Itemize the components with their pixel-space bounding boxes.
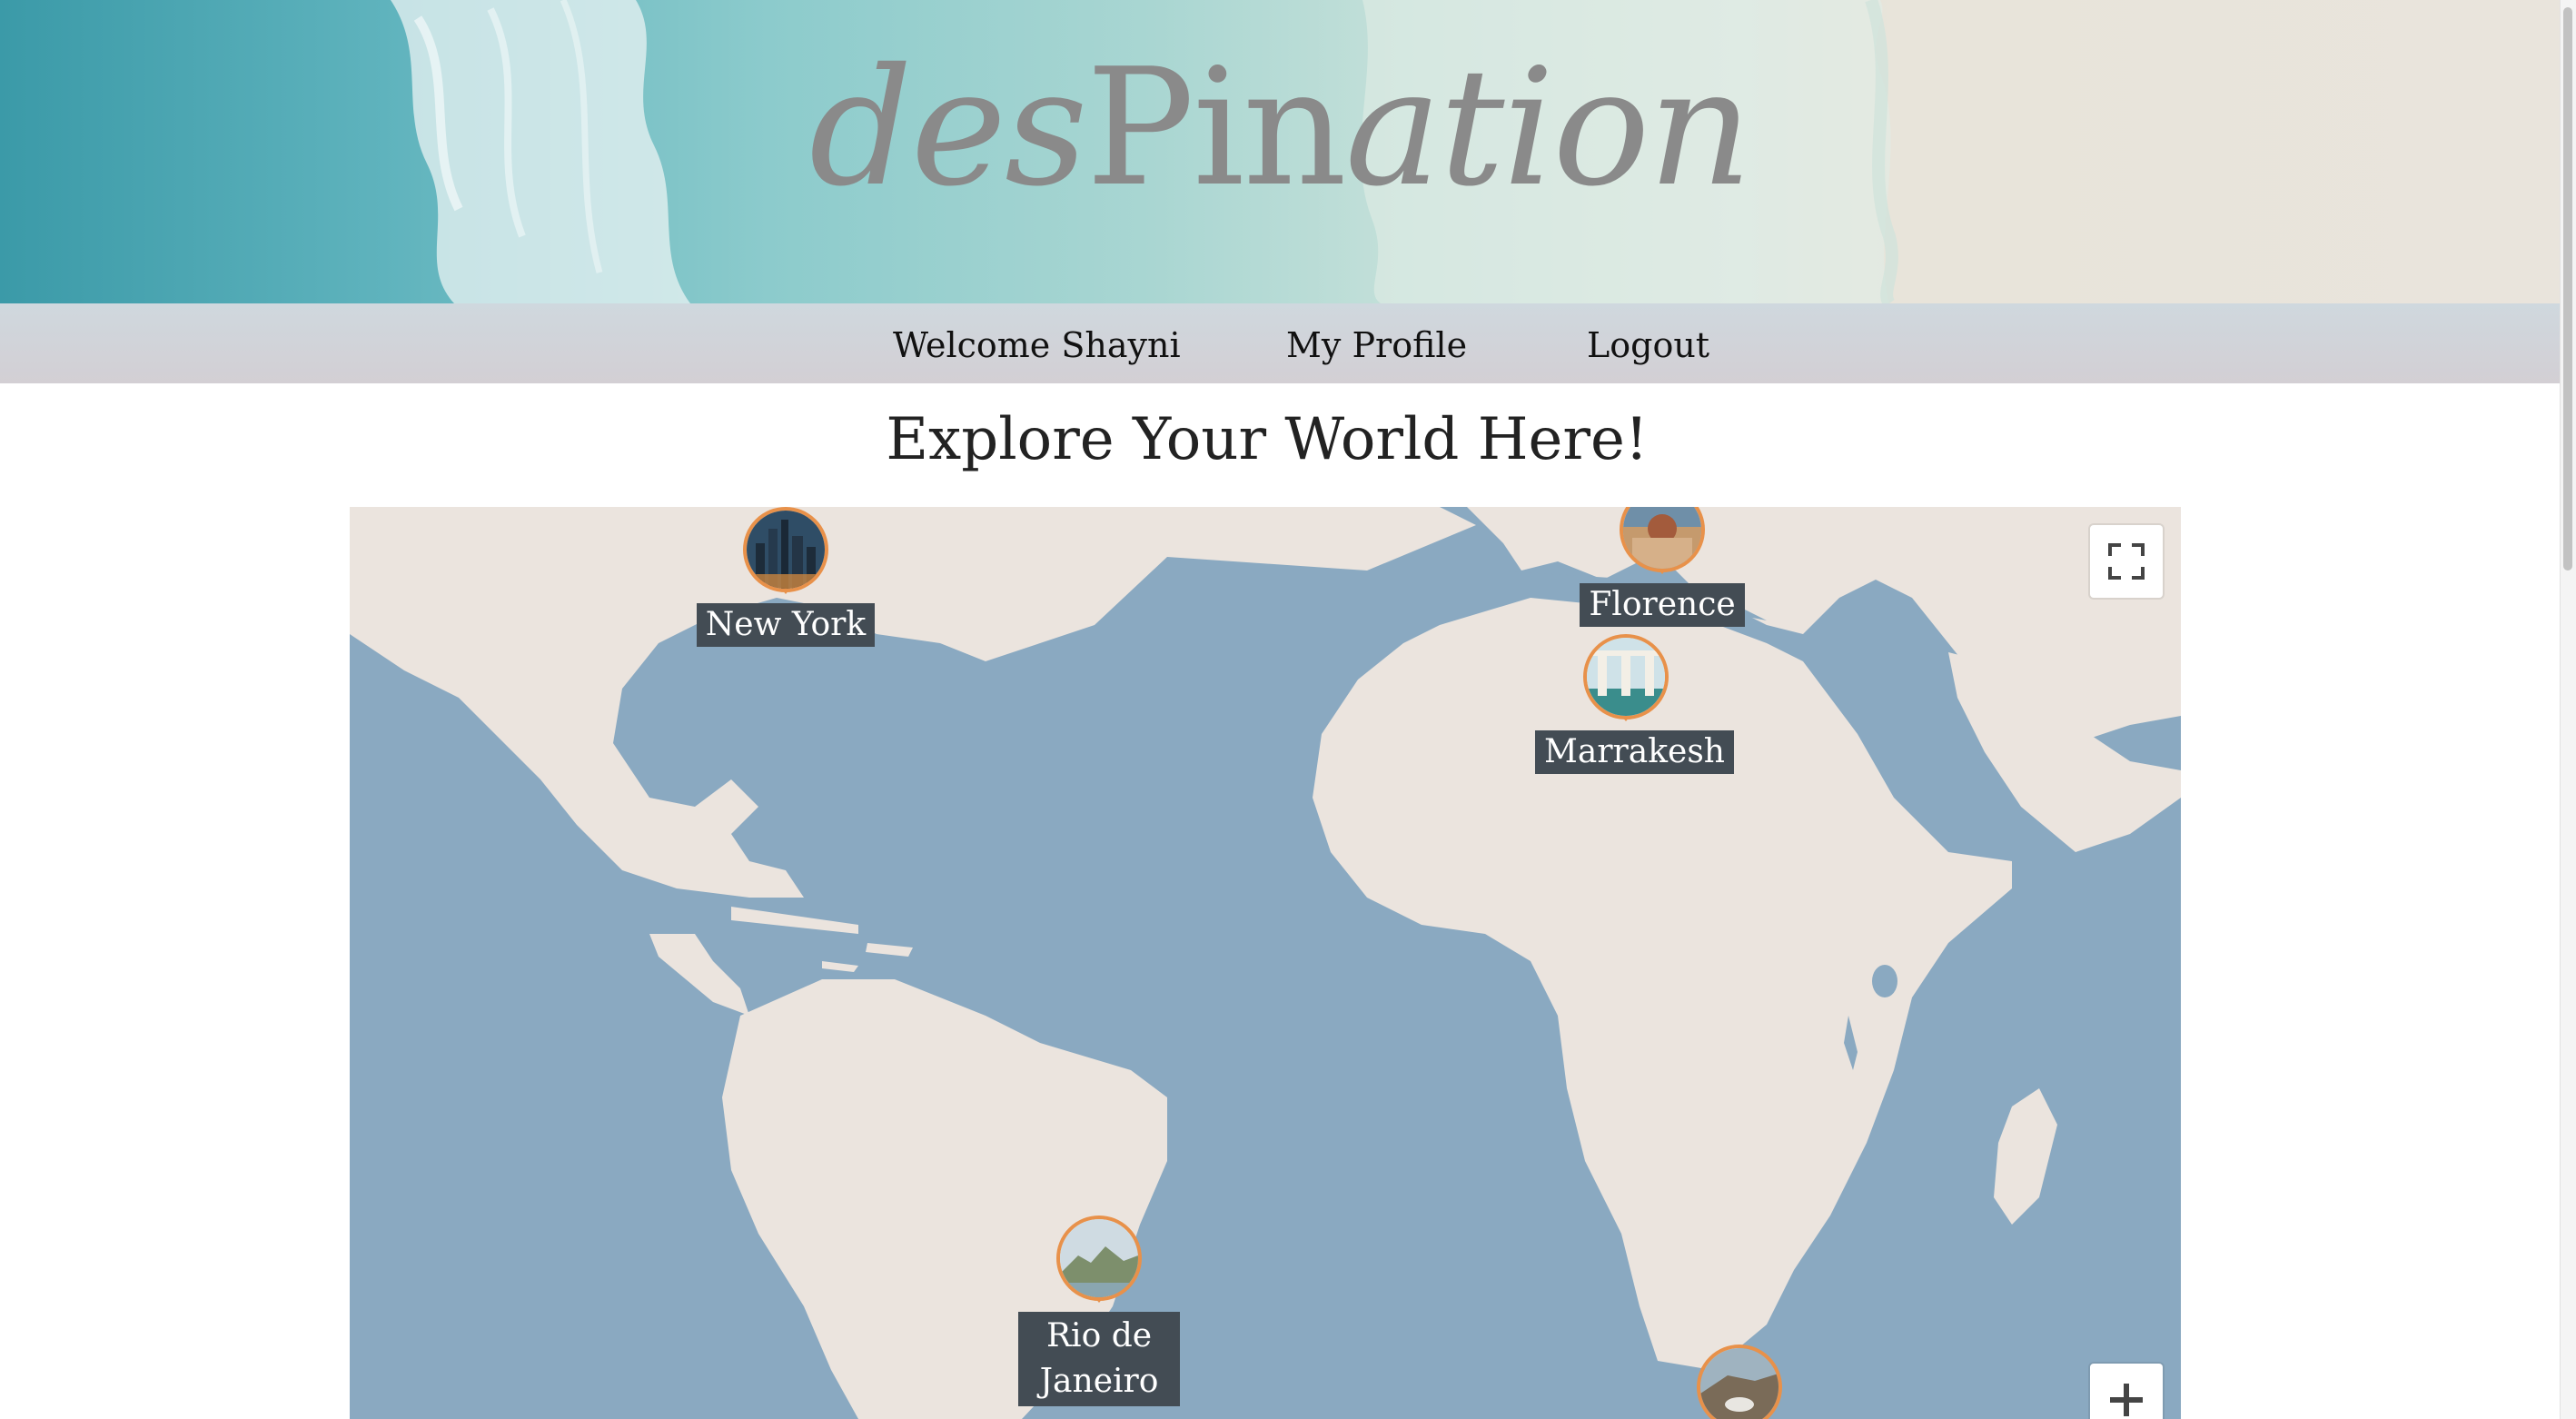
logo-part-ation: ation [1344, 34, 1752, 222]
marker-marrakesh[interactable]: Marrakesh [1535, 634, 1734, 774]
marrakesh-photo [1583, 634, 1669, 719]
marker-label-marrakesh: Marrakesh [1535, 730, 1734, 774]
world-map[interactable]: New York Florence Marrakesh Rio de Janei… [350, 507, 2181, 1419]
nav-welcome-user[interactable]: Welcome Shayni [893, 303, 1181, 383]
hero-banner: desPination [0, 0, 2560, 303]
plus-icon [2110, 1384, 2143, 1416]
nav-logout-link[interactable]: Logout [1587, 303, 1709, 383]
marker-rio-de-janeiro[interactable]: Rio de Janeiro [1008, 1216, 1190, 1406]
marker-cape-town[interactable] [1649, 1345, 1830, 1419]
rio-photo [1056, 1216, 1142, 1301]
logo-part-pin: Pin [1085, 34, 1346, 222]
new-york-photo [743, 507, 828, 592]
fullscreen-button[interactable] [2090, 525, 2163, 598]
page-title: Explore Your World Here! [886, 406, 1649, 473]
nav-my-profile-link[interactable]: My Profile [1286, 303, 1467, 383]
marker-label-rio-de-janeiro: Rio de Janeiro [1018, 1312, 1180, 1406]
fullscreen-icon [2108, 543, 2145, 580]
marker-new-york[interactable]: New York [695, 507, 877, 647]
florence-photo [1620, 507, 1705, 572]
zoom-in-button[interactable] [2090, 1364, 2163, 1419]
page: desPination Welcome Shayni My Profile Lo… [0, 0, 2576, 1419]
brand-logo[interactable]: desPination [0, 47, 2560, 209]
marker-florence[interactable]: Florence [1571, 507, 1753, 627]
marker-label-new-york: New York [696, 603, 876, 647]
page-scrollbar-thumb[interactable] [2563, 7, 2572, 571]
marker-label-florence: Florence [1580, 583, 1745, 627]
top-navbar: Welcome Shayni My Profile Logout [0, 303, 2560, 383]
map-tiles [350, 507, 2181, 1419]
logo-part-des: des [808, 34, 1088, 222]
cape-town-photo [1697, 1345, 1782, 1419]
